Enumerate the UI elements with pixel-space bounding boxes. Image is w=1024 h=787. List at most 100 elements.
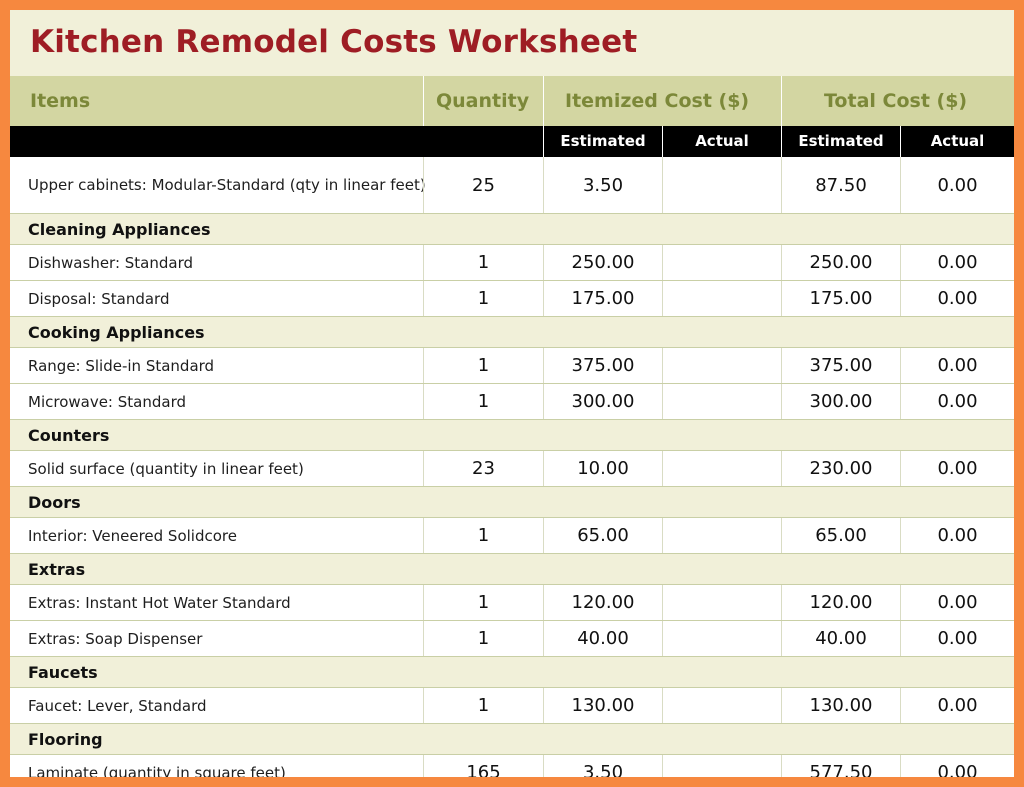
- category-label: Cleaning Appliances: [28, 219, 211, 239]
- table-row: Microwave: Standard 1 300.00 300.00 0.00: [10, 384, 1014, 420]
- itemized-actual-cell: [662, 157, 781, 213]
- quantity-cell: 1: [423, 585, 543, 620]
- itemized-actual-cell: [662, 281, 781, 316]
- itemized-actual-cell: [662, 585, 781, 620]
- total-actual-cell: 0.00: [900, 451, 1014, 486]
- table-row: Dishwasher: Standard 1 250.00 250.00 0.00: [10, 245, 1014, 281]
- category-row: Extras: [10, 554, 1014, 585]
- total-estimated-cell: 40.00: [781, 621, 900, 656]
- total-estimated-cell: 577.50: [781, 755, 900, 777]
- item-name: Laminate (quantity in square feet): [28, 763, 286, 778]
- quantity-cell: 1: [423, 348, 543, 383]
- header-itemized-cost: Itemized Cost ($): [565, 90, 750, 112]
- header-items: Items: [30, 90, 91, 112]
- item-name: Disposal: Standard: [28, 289, 170, 308]
- category-label: Extras: [28, 559, 86, 579]
- total-estimated-cell: 375.00: [781, 348, 900, 383]
- cost-table-body: Upper cabinets: Modular-Standard (qty in…: [10, 157, 1014, 777]
- total-estimated-cell: 120.00: [781, 585, 900, 620]
- itemized-estimated-cell: 40.00: [543, 621, 662, 656]
- total-estimated-cell: 130.00: [781, 688, 900, 723]
- item-name: Microwave: Standard: [28, 392, 186, 411]
- header-divider: [543, 76, 544, 126]
- quantity-cell: 1: [423, 518, 543, 553]
- itemized-actual-cell: [662, 348, 781, 383]
- subheader-itemized-estimated: Estimated: [543, 126, 662, 157]
- itemized-actual-cell: [662, 451, 781, 486]
- category-label: Counters: [28, 425, 110, 445]
- table-row: Extras: Instant Hot Water Standard 1 120.0…: [10, 585, 1014, 621]
- subheader-itemized-actual: Actual: [662, 126, 781, 157]
- total-estimated-cell: 230.00: [781, 451, 900, 486]
- total-estimated-cell: 87.50: [781, 157, 900, 213]
- total-actual-cell: 0.00: [900, 384, 1014, 419]
- table-row: Solid surface (quantity in linear feet) 2…: [10, 451, 1014, 487]
- category-row: Faucets: [10, 657, 1014, 688]
- category-row: Flooring: [10, 724, 1014, 755]
- header-quantity: Quantity: [436, 90, 530, 112]
- total-actual-cell: 0.00: [900, 755, 1014, 777]
- table-row: Range: Slide-in Standard 1 375.00 375.00 0.0…: [10, 348, 1014, 384]
- total-actual-cell: 0.00: [900, 585, 1014, 620]
- itemized-estimated-cell: 65.00: [543, 518, 662, 553]
- worksheet: Kitchen Remodel Costs Worksheet Items Qu…: [10, 10, 1014, 777]
- quantity-cell: 1: [423, 688, 543, 723]
- itemized-estimated-cell: 120.00: [543, 585, 662, 620]
- category-label: Cooking Appliances: [28, 322, 205, 342]
- category-label: Faucets: [28, 662, 98, 682]
- total-actual-cell: 0.00: [900, 245, 1014, 280]
- quantity-cell: 1: [423, 245, 543, 280]
- itemized-estimated-cell: 130.00: [543, 688, 662, 723]
- total-actual-cell: 0.00: [900, 157, 1014, 213]
- itemized-estimated-cell: 10.00: [543, 451, 662, 486]
- total-estimated-cell: 300.00: [781, 384, 900, 419]
- itemized-estimated-cell: 3.50: [543, 157, 662, 213]
- table-row: Faucet: Lever, Standard 1 130.00 130.00 0.00: [10, 688, 1014, 724]
- total-actual-cell: 0.00: [900, 621, 1014, 656]
- item-name: Extras: Soap Dispenser: [28, 629, 203, 648]
- quantity-cell: 1: [423, 384, 543, 419]
- itemized-estimated-cell: 300.00: [543, 384, 662, 419]
- quantity-cell: 165: [423, 755, 543, 777]
- header-divider: [423, 76, 424, 126]
- total-actual-cell: 0.00: [900, 688, 1014, 723]
- quantity-cell: 23: [423, 451, 543, 486]
- table-row: Laminate (quantity in square feet) 165 3.5…: [10, 755, 1014, 777]
- quantity-cell: 1: [423, 621, 543, 656]
- total-estimated-cell: 250.00: [781, 245, 900, 280]
- quantity-cell: 1: [423, 281, 543, 316]
- itemized-actual-cell: [662, 621, 781, 656]
- itemized-actual-cell: [662, 245, 781, 280]
- total-actual-cell: 0.00: [900, 348, 1014, 383]
- category-row: Counters: [10, 420, 1014, 451]
- itemized-actual-cell: [662, 688, 781, 723]
- total-actual-cell: 0.00: [900, 281, 1014, 316]
- category-label: Flooring: [28, 729, 103, 749]
- total-estimated-cell: 65.00: [781, 518, 900, 553]
- subheader-total-actual: Actual: [900, 126, 1014, 157]
- item-name: Dishwasher: Standard: [28, 253, 194, 272]
- itemized-estimated-cell: 250.00: [543, 245, 662, 280]
- table-row: Disposal: Standard 1 175.00 175.00 0.00: [10, 281, 1014, 317]
- total-estimated-cell: 175.00: [781, 281, 900, 316]
- category-row: Cleaning Appliances: [10, 214, 1014, 245]
- header-total-cost: Total Cost ($): [824, 90, 968, 112]
- category-label: Doors: [28, 492, 81, 512]
- itemized-actual-cell: [662, 518, 781, 553]
- item-name: Solid surface (quantity in linear feet): [28, 459, 304, 478]
- itemized-actual-cell: [662, 755, 781, 777]
- itemized-estimated-cell: 375.00: [543, 348, 662, 383]
- item-name: Interior: Veneered Solidcore: [28, 526, 237, 545]
- worksheet-title: Kitchen Remodel Costs Worksheet: [30, 24, 638, 60]
- item-name: Range: Slide-in Standard: [28, 356, 215, 375]
- header-divider: [781, 76, 782, 126]
- quantity-cell: 25: [423, 157, 543, 213]
- itemized-estimated-cell: 175.00: [543, 281, 662, 316]
- item-name: Faucet: Lever, Standard: [28, 696, 207, 715]
- table-row: Extras: Soap Dispenser 1 40.00 40.00 0.00: [10, 621, 1014, 657]
- itemized-estimated-cell: 3.50: [543, 755, 662, 777]
- item-name: Extras: Instant Hot Water Standard: [28, 593, 291, 612]
- subheader-total-estimated: Estimated: [781, 126, 900, 157]
- itemized-actual-cell: [662, 384, 781, 419]
- category-row: Cooking Appliances: [10, 317, 1014, 348]
